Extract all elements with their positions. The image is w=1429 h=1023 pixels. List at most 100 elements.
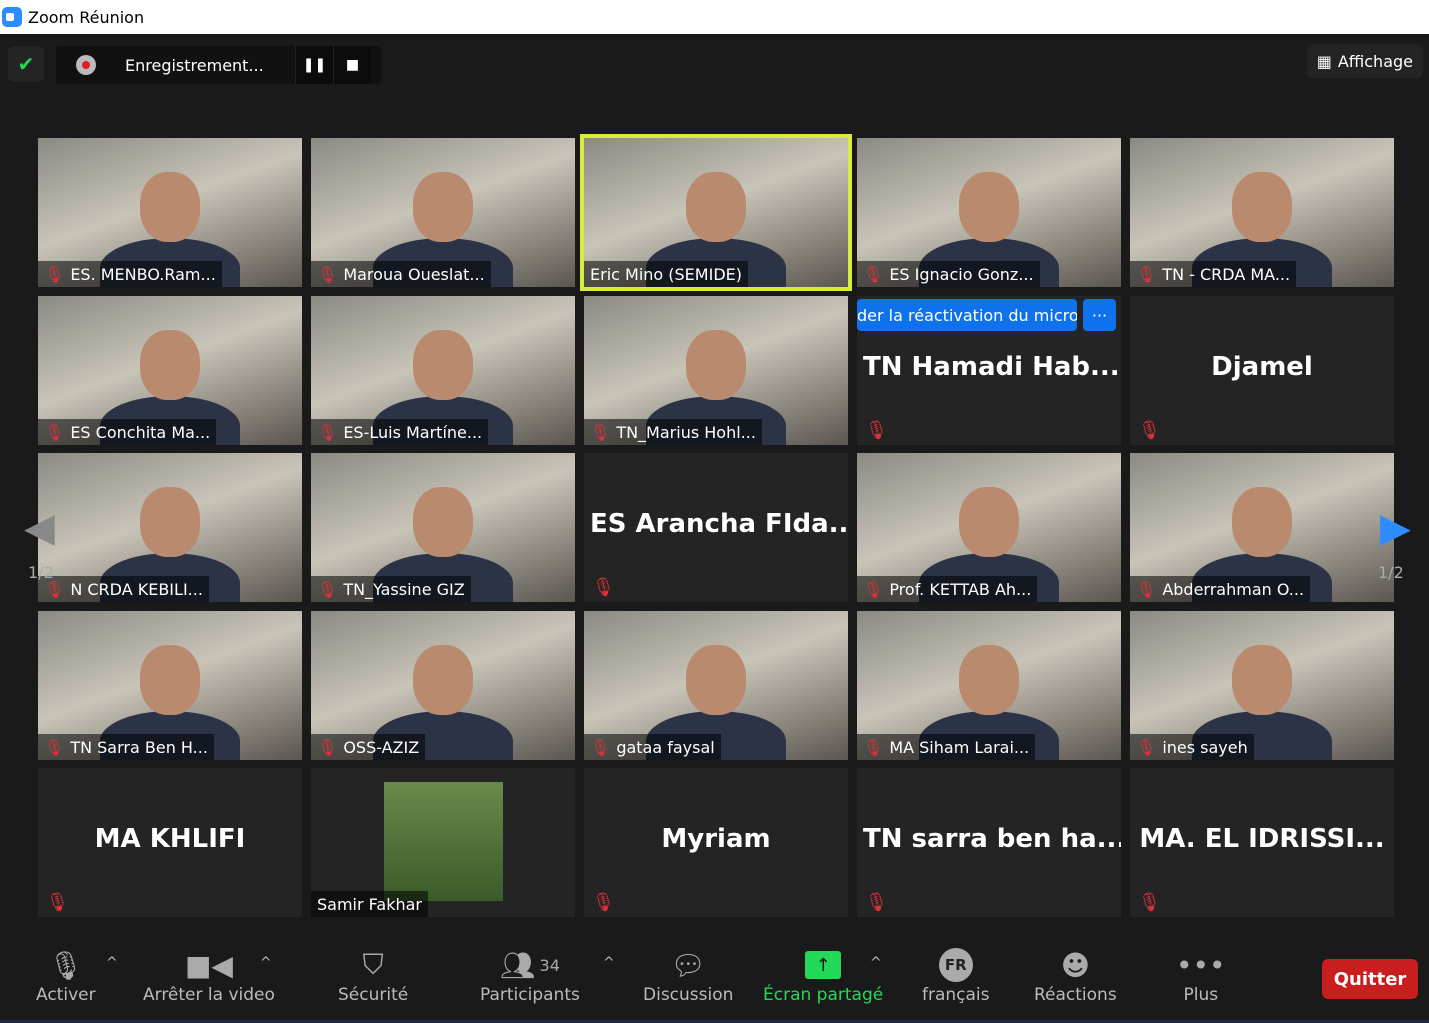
participant-name-bar: 🎙︎ TN Sarra Ben H... <box>38 734 214 760</box>
person-video <box>1232 645 1292 715</box>
participant-tile[interactable]: ES Arancha FIda... 🎙︎ <box>584 453 848 602</box>
muted-microphone-icon: 🎙︎ <box>1136 737 1157 757</box>
participant-tile[interactable]: 🎙︎ MA Siham Larai... <box>857 611 1121 760</box>
more-options-button[interactable]: ··· <box>1083 299 1116 331</box>
participant-tile[interactable]: 🎙︎ gataa faysal <box>584 611 848 760</box>
window-title: Zoom Réunion <box>28 7 145 27</box>
view-label: Affichage <box>1337 51 1413 71</box>
muted-microphone-icon: 🎙︎ <box>317 737 338 757</box>
participant-tile[interactable]: MA KHLIFI 🎙︎ <box>38 768 302 917</box>
participant-name: TN - CRDA MA... <box>1162 264 1291 284</box>
audio-options-caret-icon[interactable]: ^ <box>106 955 118 971</box>
participant-name-bar: 🎙︎ ES. MENBO.Ram... <box>38 261 222 287</box>
muted-microphone-icon: 🎙︎ <box>863 579 884 599</box>
participant-name: ES Conchita Ma... <box>70 422 211 442</box>
participant-tile[interactable]: 🎙︎ ines sayeh <box>1130 611 1394 760</box>
person-video <box>686 330 746 400</box>
unmute-button[interactable]: 🎙︎ Activer <box>36 945 96 1006</box>
person-video <box>686 645 746 715</box>
chat-button[interactable]: 💬︎ Discussion <box>643 945 734 1006</box>
reactions-button[interactable]: ☻ Réactions <box>1034 945 1117 1006</box>
leave-meeting-button[interactable]: Quitter <box>1322 959 1418 999</box>
view-button[interactable]: ▦ Affichage <box>1306 44 1423 78</box>
participant-name-bar: 🎙︎ ES Conchita Ma... <box>38 419 217 445</box>
participants-icon: 👥︎ 34 <box>499 948 560 982</box>
participant-tile[interactable]: Eric Mino (SEMIDE) <box>580 134 852 291</box>
person-video <box>140 645 200 715</box>
participant-tile[interactable]: 🎙︎ TN Sarra Ben H... <box>38 611 302 760</box>
participants-caret-icon[interactable]: ^ <box>603 955 615 971</box>
participant-tile[interactable]: 🎙︎ TN - CRDA MA... <box>1130 138 1394 287</box>
person-video <box>140 172 200 242</box>
window-titlebar: Zoom Réunion <box>0 0 1429 34</box>
participant-tile[interactable]: 🎙︎ TN_Yassine GIZ <box>311 453 575 602</box>
muted-microphone-icon: 🎙︎ <box>863 737 884 757</box>
person-video <box>959 172 1019 242</box>
language-label: français <box>922 985 990 1005</box>
person-video <box>413 172 473 242</box>
page-indicator-left: 1/2 <box>28 563 54 582</box>
participant-name: Samir Fakhar <box>317 894 422 914</box>
participants-button[interactable]: 👥︎ 34 Participants <box>480 945 580 1006</box>
person-video <box>1232 487 1292 557</box>
muted-microphone-icon: 🎙︎ <box>1138 892 1161 913</box>
participant-name: ES-Luis Martíne... <box>343 422 483 442</box>
participant-name-bar: 🎙︎ N CRDA KEBILI... <box>38 576 209 602</box>
person-video <box>959 487 1019 557</box>
more-button[interactable]: ••• Plus <box>1176 945 1226 1006</box>
participant-name: MA KHLIFI <box>94 824 246 854</box>
muted-microphone-icon: 🎙︎ <box>592 577 615 598</box>
participant-name-bar: 🎙︎ ines sayeh <box>1130 734 1254 760</box>
share-screen-button[interactable]: ↑ Écran partagé <box>763 945 883 1005</box>
muted-microphone-icon: 🎙︎ <box>1138 420 1161 441</box>
muted-microphone-icon: 🎙︎ <box>865 420 888 441</box>
unmute-request-notification[interactable]: der la réactivation du micro <box>857 299 1077 331</box>
security-label: Sécurité <box>338 985 409 1005</box>
participant-tile[interactable]: MA. EL IDRISSI... 🎙︎ <box>1130 768 1394 917</box>
participant-name-bar: 🎙︎ TN - CRDA MA... <box>1130 261 1297 287</box>
share-label: Écran partagé <box>763 985 884 1005</box>
participant-tile[interactable]: Myriam 🎙︎ <box>584 768 848 917</box>
person-video <box>1232 172 1292 242</box>
participant-tile[interactable]: 🎙︎ Maroua Oueslat... <box>311 138 575 287</box>
security-button[interactable]: ⛉ Sécurité <box>338 945 408 1005</box>
meeting-toolbar: 🎙︎ Activer ^ ■◀ Arrêter la video ^ ⛉ Sécuri… <box>0 935 1429 1023</box>
participant-name-bar: Eric Mino (SEMIDE) <box>584 261 748 287</box>
person-video <box>959 645 1019 715</box>
stop-video-button[interactable]: ■◀ Arrêter la video <box>143 945 275 1006</box>
muted-microphone-icon: 🎙︎ <box>44 737 65 757</box>
participant-name: OSS-AZIZ <box>343 737 420 757</box>
participant-tile[interactable]: Djamel 🎙︎ <box>1130 296 1394 445</box>
recording-bar: Enregistrement... ❚❚ ■ <box>56 46 381 84</box>
participant-name: Djamel <box>1211 352 1313 382</box>
muted-microphone-icon: 🎙︎ <box>863 264 884 284</box>
security-shield-icon[interactable]: ✔ <box>8 46 44 82</box>
participant-tile[interactable]: 🎙︎ ES Ignacio Gonz... <box>857 138 1121 287</box>
pause-recording-button[interactable]: ❚❚ <box>295 46 333 84</box>
language-button[interactable]: FR français <box>922 945 990 1005</box>
participant-tile[interactable]: 🎙︎ OSS-AZIZ <box>311 611 575 760</box>
participant-tile[interactable]: 🎙︎ TN_Marius Hohl... <box>584 296 848 445</box>
video-options-caret-icon[interactable]: ^ <box>260 955 272 971</box>
muted-microphone-icon: 🎙︎ <box>317 422 338 442</box>
participant-name: Maroua Oueslat... <box>343 264 485 284</box>
share-options-caret-icon[interactable]: ^ <box>870 955 882 971</box>
previous-page-arrow-icon[interactable]: ◀ <box>24 505 55 551</box>
muted-microphone-icon: 🎙︎ <box>1136 264 1157 284</box>
participant-name: ines sayeh <box>1162 737 1248 757</box>
participant-tile[interactable]: TN sarra ben ha... 🎙︎ <box>857 768 1121 917</box>
participant-tile[interactable]: 🎙︎ Abderrahman O... <box>1130 453 1394 602</box>
muted-microphone-icon: 🎙︎ <box>44 264 65 284</box>
participant-tile[interactable]: 🎙︎ ES-Luis Martíne... <box>311 296 575 445</box>
person-video <box>413 487 473 557</box>
next-page-arrow-icon[interactable]: ▶ <box>1380 505 1411 551</box>
participant-tile[interactable]: 🎙︎ N CRDA KEBILI... <box>38 453 302 602</box>
participant-tile[interactable]: 🎙︎ ES Conchita Ma... <box>38 296 302 445</box>
chat-label: Discussion <box>643 985 734 1005</box>
participant-tile[interactable]: Samir Fakhar <box>311 768 575 917</box>
participant-name-bar: 🎙︎ MA Siham Larai... <box>857 734 1036 760</box>
participant-name-bar: Samir Fakhar <box>311 891 428 917</box>
stop-recording-button[interactable]: ■ <box>333 46 371 84</box>
participant-tile[interactable]: 🎙︎ Prof. KETTAB Ah... <box>857 453 1121 602</box>
participant-tile[interactable]: 🎙︎ ES. MENBO.Ram... <box>38 138 302 287</box>
